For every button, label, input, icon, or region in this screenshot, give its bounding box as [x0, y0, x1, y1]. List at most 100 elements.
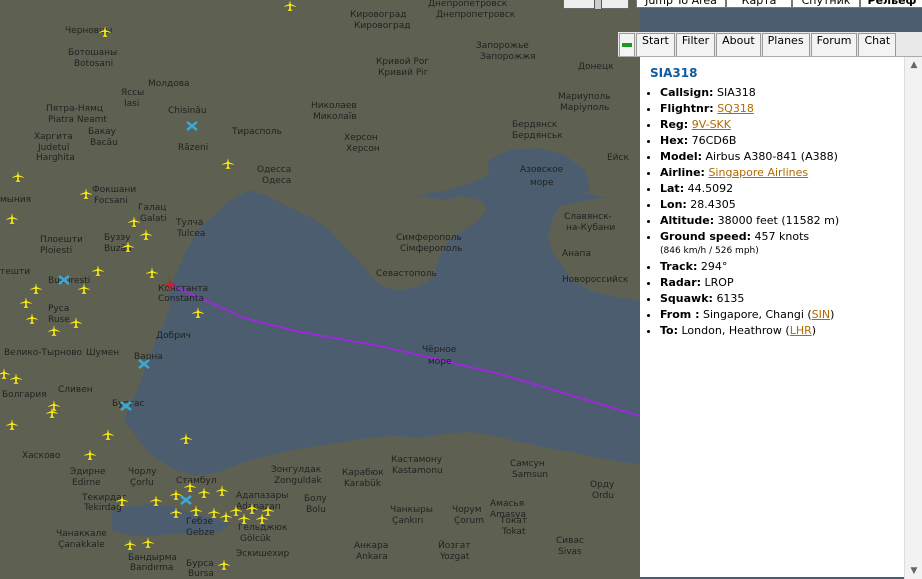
map-place-label: Плоешти: [40, 235, 83, 245]
map-place-label: Славянск-: [564, 212, 612, 222]
map-place-label: Добрич: [156, 331, 191, 341]
minimize-icon: [622, 43, 632, 47]
map-place-label: Чёрное: [422, 345, 457, 355]
map-place-label: Сімферополь: [400, 244, 462, 254]
map-place-label: Galati: [140, 214, 167, 224]
map-place-label: Анкара: [354, 541, 388, 551]
relief-button[interactable]: Рельеф: [860, 0, 922, 8]
map-place-label: Эдирне: [70, 467, 106, 477]
map-place-label: Руса: [48, 304, 69, 314]
field-value: 38000 feet (11582 m): [717, 214, 840, 227]
scroll-down-icon[interactable]: ▼: [909, 566, 919, 576]
map-place-label: Чорлу: [128, 467, 157, 477]
flight-field: Radar: LROP: [660, 276, 908, 290]
jump-to-area-button[interactable]: Jump To Area: [636, 0, 726, 8]
field-value: London, Heathrow (: [681, 324, 790, 337]
map-place-label: Хасково: [22, 451, 61, 461]
map-place-label: Botosani: [74, 59, 113, 69]
field-label: Track:: [660, 260, 698, 273]
map-place-label: Sivas: [558, 547, 582, 557]
map-place-label: Севастополь: [376, 269, 437, 279]
field-label: Hex:: [660, 134, 689, 147]
map-place-label: Мариуполь: [558, 92, 611, 102]
map-place-label: тешти: [0, 267, 30, 277]
map-place-label: Харгита: [34, 132, 73, 142]
map-place-label: Ankara: [356, 552, 388, 562]
flight-field: Hex: 76CD6B: [660, 134, 908, 148]
map-place-label: Бузэу: [104, 233, 131, 243]
tab-chat[interactable]: Chat: [858, 33, 897, 56]
map-place-label: Галац: [138, 203, 166, 213]
map-place-label: Шумен: [86, 348, 119, 358]
field-label: Ground speed:: [660, 230, 751, 243]
panel-scrollbar[interactable]: ▲ ▼: [904, 57, 922, 579]
field-label: Callsign:: [660, 86, 714, 99]
map-place-label: Токат: [499, 516, 527, 526]
field-link[interactable]: LHR: [790, 324, 812, 337]
map-place-label: Constanta: [158, 294, 204, 304]
field-value: 76CD6B: [691, 134, 737, 147]
field-value: 44.5092: [687, 182, 734, 195]
map-place-label: море: [428, 357, 452, 367]
map-place-label: Ordu: [592, 491, 614, 501]
map-place-label: Кировоград: [350, 10, 406, 20]
field-label: Airline:: [660, 166, 705, 179]
field-label: From :: [660, 308, 700, 321]
field-label: Squawk:: [660, 292, 713, 305]
zoom-slider-knob[interactable]: [594, 0, 602, 10]
panel-toggle-button[interactable]: [619, 33, 635, 56]
map-type-button[interactable]: Карта: [726, 0, 792, 8]
map-place-label: Бурса: [186, 559, 214, 569]
map-place-label: Çorum: [454, 516, 484, 526]
map-place-label: Бердянськ: [512, 131, 563, 141]
tab-planes[interactable]: Planes: [761, 33, 810, 56]
flight-field: Airline: Singapore Airlines: [660, 166, 908, 180]
map-place-label: Йозгат: [438, 539, 471, 551]
field-value: Airbus A380-841 (A388): [705, 150, 838, 163]
map-place-label: Велико-Тырново: [4, 348, 83, 358]
map-place-label: Răzeni: [178, 143, 208, 153]
map-place-label: Стамбул: [176, 476, 216, 486]
flight-field: Lon: 28.4305: [660, 198, 908, 212]
flight-field: Track: 294°: [660, 260, 908, 274]
field-label: To:: [660, 324, 678, 337]
field-label: Lat:: [660, 182, 685, 195]
tab-filter[interactable]: Filter: [675, 33, 716, 56]
field-value: 457 knots: [754, 230, 810, 243]
map-place-label: Bacău: [90, 138, 118, 148]
field-value: SIA318: [716, 86, 756, 99]
field-link[interactable]: Singapore Airlines: [708, 166, 808, 179]
map-place-label: Днепропетровск: [428, 0, 508, 9]
field-link[interactable]: SIN: [812, 308, 830, 321]
map-place-label: Бакау: [88, 127, 117, 137]
field-label: Radar:: [660, 276, 702, 289]
field-value: 294°: [700, 260, 728, 273]
flight-title: SIA318: [650, 66, 698, 80]
map-place-label: Адапазары: [236, 491, 288, 501]
zoom-slider[interactable]: [563, 0, 629, 10]
map-place-label: Ruse: [48, 315, 70, 325]
map-place-label: Edirne: [72, 478, 101, 488]
tab-start[interactable]: Start: [636, 33, 675, 56]
field-link[interactable]: 9V-SKK: [692, 118, 731, 131]
map-place-label: Тирасполь: [231, 127, 282, 137]
map-place-label: мыния: [0, 195, 31, 205]
map-place-label: Гебзе: [186, 517, 213, 527]
field-label: Model:: [660, 150, 703, 163]
map-place-label: Bursa: [188, 569, 214, 579]
satellite-button[interactable]: Спутник: [792, 0, 860, 8]
map-place-label: Болу: [304, 494, 327, 504]
map-place-label: Kastamonu: [392, 466, 443, 476]
flight-field: Squawk: 6135: [660, 292, 908, 306]
map-place-label: Ploiesti: [40, 246, 72, 256]
map-place-label: на-Кубани: [566, 223, 615, 233]
map-place-label: Амасья: [490, 499, 524, 509]
tab-forum[interactable]: Forum: [810, 33, 858, 56]
tab-about[interactable]: About: [716, 33, 761, 56]
map-place-label: Judetul: [37, 143, 69, 153]
field-link[interactable]: SQ318: [717, 102, 754, 115]
flight-field: Altitude: 38000 feet (11582 m): [660, 214, 908, 228]
map-place-label: Болгария: [2, 390, 47, 400]
scroll-up-icon[interactable]: ▲: [909, 60, 919, 70]
map-place-label: Бандырма: [128, 553, 177, 563]
